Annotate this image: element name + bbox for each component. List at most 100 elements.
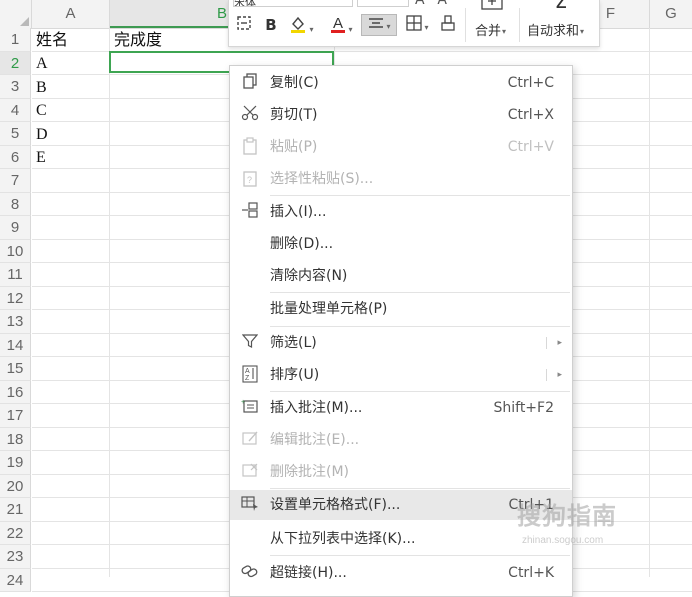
menu-separator bbox=[270, 292, 570, 293]
menu-separator bbox=[270, 195, 570, 196]
menu-item-hyperlink[interactable]: 超链接(H)... Ctrl+K bbox=[230, 558, 572, 588]
menu-item-filter[interactable]: 筛选(L) ▸ bbox=[230, 328, 572, 358]
font-size-box[interactable] bbox=[357, 0, 409, 7]
row-header[interactable]: 17 bbox=[0, 404, 31, 428]
border-icon[interactable]: ▾ bbox=[401, 14, 433, 36]
merge-label: 合并 bbox=[475, 24, 502, 39]
menu-label: 插入批注(M)... bbox=[270, 400, 363, 416]
svg-text:?: ? bbox=[247, 175, 252, 185]
cell-a1[interactable]: 姓名 bbox=[36, 29, 68, 52]
row-header[interactable]: 21 bbox=[0, 498, 31, 522]
clear-format-icon[interactable] bbox=[437, 14, 459, 36]
menu-item-batch-process[interactable]: 批量处理单元格(P) bbox=[230, 294, 572, 324]
format-cells-icon bbox=[239, 495, 261, 515]
menu-item-copy[interactable]: 复制(C) Ctrl+C bbox=[230, 68, 572, 98]
row-header[interactable]: 10 bbox=[0, 239, 31, 263]
cell-a6[interactable]: E bbox=[36, 146, 46, 169]
column-header-a[interactable]: A bbox=[32, 0, 110, 28]
row-header[interactable]: 14 bbox=[0, 333, 31, 357]
paste-icon bbox=[239, 137, 261, 157]
watermark-url: zhinan.sogou.com bbox=[522, 535, 604, 546]
autosum-label: 自动求和 bbox=[527, 24, 580, 39]
menu-label: 批量处理单元格(P) bbox=[270, 301, 388, 317]
menu-label: 删除批注(M) bbox=[270, 464, 350, 480]
cell-b1[interactable]: 完成度 bbox=[114, 29, 162, 52]
format-brush-icon[interactable] bbox=[233, 14, 255, 36]
cell-a2[interactable]: A bbox=[36, 52, 48, 75]
menu-label: 超链接(H)... bbox=[270, 565, 347, 581]
menu-item-cut[interactable]: 剪切(T) Ctrl+X bbox=[230, 100, 572, 130]
row-header[interactable]: 18 bbox=[0, 427, 31, 451]
menu-label: 设置单元格格式(F)... bbox=[270, 497, 401, 513]
menu-item-paste[interactable]: 粘贴(P) Ctrl+V bbox=[230, 132, 572, 162]
font-name-box[interactable]: 宋体 bbox=[233, 0, 353, 7]
submenu-arrow-icon: ▸ bbox=[557, 370, 562, 380]
merge-button[interactable]: 合并▾ bbox=[475, 20, 506, 39]
menu-item-insert[interactable]: 插入(I)... bbox=[230, 197, 572, 227]
row-header[interactable]: 19 bbox=[0, 451, 31, 475]
row-header[interactable]: 8 bbox=[0, 192, 31, 216]
row-header[interactable]: 9 bbox=[0, 216, 31, 240]
menu-shortcut: Ctrl+K bbox=[508, 565, 554, 581]
row-header[interactable]: 16 bbox=[0, 380, 31, 404]
svg-text:A: A bbox=[333, 15, 343, 32]
font-grow-icon[interactable]: A^ Aˇ bbox=[415, 0, 452, 8]
gridline bbox=[649, 28, 650, 577]
row-header[interactable]: 5 bbox=[0, 122, 31, 146]
align-center-icon[interactable]: ▾ bbox=[361, 14, 397, 36]
font-color-icon[interactable]: A ▾ bbox=[325, 14, 357, 36]
row-header[interactable]: 2 bbox=[0, 51, 31, 75]
svg-text:A: A bbox=[245, 368, 250, 375]
row-header[interactable]: 6 bbox=[0, 145, 31, 169]
row-header[interactable]: 24 bbox=[0, 568, 31, 592]
row-header[interactable]: 15 bbox=[0, 357, 31, 381]
row-header[interactable]: 3 bbox=[0, 75, 31, 99]
toolbar-divider bbox=[519, 8, 520, 42]
row-header[interactable]: 7 bbox=[0, 169, 31, 193]
submenu-arrow-icon: ▸ bbox=[557, 338, 562, 348]
menu-label: 编辑批注(E)... bbox=[270, 432, 360, 448]
watermark-logo: 搜狗指南 bbox=[517, 502, 617, 530]
menu-label: 筛选(L) bbox=[270, 335, 317, 351]
svg-text:Z: Z bbox=[245, 375, 250, 382]
menu-label: 选择性粘贴(S)... bbox=[270, 171, 374, 187]
gridline bbox=[109, 28, 110, 577]
menu-item-edit-comment[interactable]: 编辑批注(E)... bbox=[230, 425, 572, 455]
row-header[interactable]: 11 bbox=[0, 263, 31, 287]
menu-shortcut: Ctrl+C bbox=[507, 75, 554, 91]
merge-icon[interactable] bbox=[479, 0, 505, 14]
bold-icon[interactable]: B bbox=[261, 14, 281, 36]
svg-text:+: + bbox=[241, 399, 245, 406]
row-header[interactable]: 20 bbox=[0, 474, 31, 498]
select-all-corner[interactable] bbox=[0, 0, 32, 28]
menu-separator bbox=[270, 488, 570, 489]
column-header-g[interactable]: G bbox=[650, 0, 692, 28]
row-header[interactable]: 4 bbox=[0, 98, 31, 122]
menu-item-clear-content[interactable]: 清除内容(N) bbox=[230, 261, 572, 291]
toolbar-divider bbox=[465, 8, 466, 42]
menu-item-delete[interactable]: 删除(D)... bbox=[230, 229, 572, 259]
row-header[interactable]: 1 bbox=[0, 28, 31, 52]
row-header[interactable]: 22 bbox=[0, 521, 31, 545]
menu-label: 复制(C) bbox=[270, 75, 319, 91]
row-header[interactable]: 13 bbox=[0, 310, 31, 334]
menu-label: 排序(U) bbox=[270, 367, 320, 383]
menu-item-paste-special[interactable]: ? 选择性粘贴(S)... bbox=[230, 164, 572, 194]
cell-a5[interactable]: D bbox=[36, 123, 48, 146]
fill-color-icon[interactable]: ▾ bbox=[285, 14, 317, 36]
menu-item-delete-comment[interactable]: 删除批注(M) bbox=[230, 457, 572, 487]
cell-a3[interactable]: B bbox=[36, 76, 47, 99]
menu-label: 插入(I)... bbox=[270, 204, 327, 220]
cell-a4[interactable]: C bbox=[36, 99, 47, 122]
row-header[interactable]: 12 bbox=[0, 286, 31, 310]
sum-icon[interactable]: Σ bbox=[549, 0, 573, 12]
menu-label: 剪切(T) bbox=[270, 107, 318, 123]
menu-separator bbox=[270, 555, 570, 556]
menu-label: 清除内容(N) bbox=[270, 268, 348, 284]
menu-shortcut: Shift+F2 bbox=[493, 400, 554, 416]
menu-label: 从下拉列表中选择(K)... bbox=[270, 531, 416, 547]
autosum-button[interactable]: 自动求和▾ bbox=[527, 20, 584, 39]
row-header[interactable]: 23 bbox=[0, 545, 31, 569]
menu-item-sort[interactable]: AZ 排序(U) ▸ bbox=[230, 360, 572, 390]
menu-item-insert-comment[interactable]: + 插入批注(M)... Shift+F2 bbox=[230, 393, 572, 423]
